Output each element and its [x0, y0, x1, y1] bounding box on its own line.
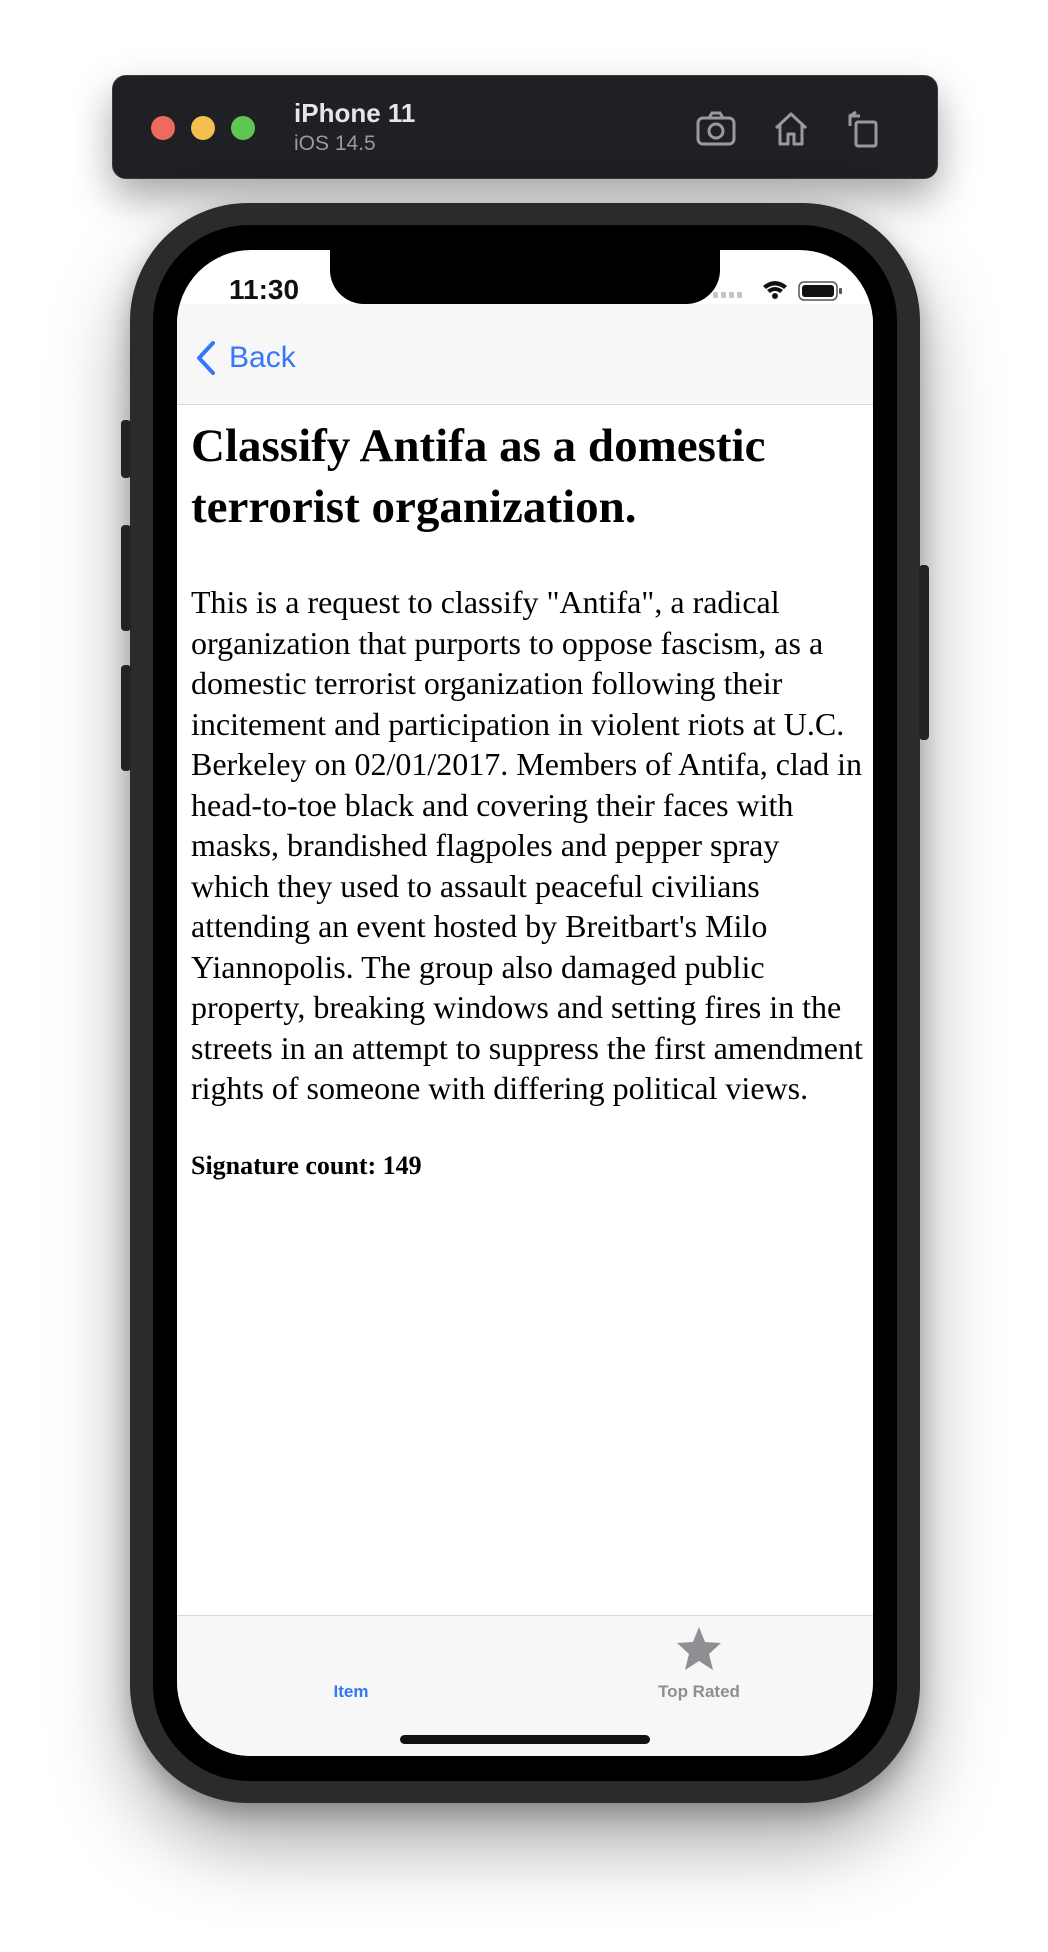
device-name: iPhone 11 [294, 98, 416, 128]
simulator-toolbar: iPhone 11 iOS 14.5 [112, 75, 938, 179]
tab-top-rated[interactable]: Top Rated [525, 1616, 873, 1716]
wifi-icon [763, 281, 787, 299]
volume-down-button [121, 665, 131, 771]
tab-item[interactable]: Item [177, 1616, 525, 1716]
status-icons [713, 278, 843, 302]
home-icon[interactable] [768, 106, 814, 152]
petition-title: Classify Antifa as a domestic terrorist … [191, 420, 766, 533]
tab-top-rated-label: Top Rated [658, 1682, 740, 1701]
screenshot-icon[interactable] [693, 106, 739, 152]
signal-icon [713, 292, 742, 298]
navigation-bar: Back [177, 304, 873, 405]
phone-screen: 11:30 Back Classify Antifa as a domestic… [177, 250, 873, 1756]
rotate-icon[interactable] [840, 106, 886, 152]
minimize-window-button[interactable] [191, 116, 215, 140]
back-label: Back [229, 341, 296, 374]
status-time: 11:30 [229, 274, 300, 305]
os-version: iOS 14.5 [294, 132, 376, 155]
tab-item-label: Item [333, 1682, 369, 1701]
star-icon [677, 1627, 721, 1670]
battery-icon [798, 281, 842, 301]
notch [330, 250, 720, 304]
volume-up-button [121, 525, 131, 631]
mute-switch [121, 420, 131, 478]
petition-body: This is a request to classify "Antifa", … [191, 584, 863, 1106]
signature-count: Signature count: 149 [191, 1150, 422, 1180]
power-button [919, 565, 929, 740]
petition-content: Classify Antifa as a domestic terrorist … [191, 416, 863, 1181]
home-indicator [400, 1735, 650, 1744]
close-window-button[interactable] [151, 116, 175, 140]
back-button[interactable]: Back [195, 340, 296, 376]
zoom-window-button[interactable] [231, 116, 255, 140]
chevron-left-icon [197, 341, 215, 375]
